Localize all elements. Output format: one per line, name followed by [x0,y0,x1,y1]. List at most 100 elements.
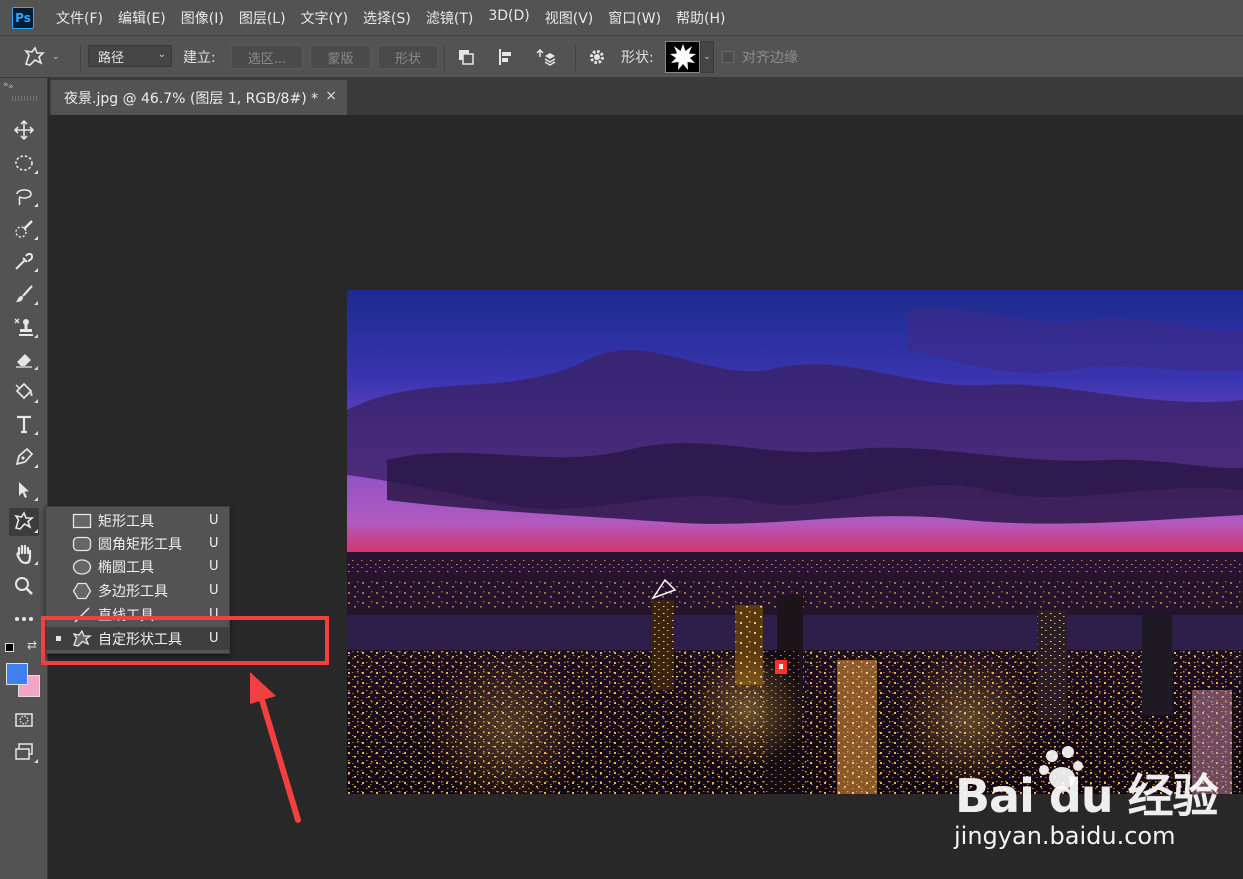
path-operations-icon [459,50,474,65]
menu-items: 文件(F) 编辑(E) 图像(I) 图层(L) 文字(Y) 选择(S) 滤镜(T… [56,8,741,28]
clone-stamp-tool[interactable] [9,313,39,341]
photoshop-logo: Ps [12,6,34,29]
submenu-indicator [34,301,38,305]
stamp-icon [14,318,33,336]
watermark-brand: Bai du 经验 [955,769,1219,823]
custom-shape-icon [24,46,45,66]
quick-selection-icon [15,220,33,238]
document-tab[interactable]: 夜景.jpg @ 46.7% (图层 1, RGB/8#) * × [51,80,347,115]
custom-shape-tool[interactable] [9,508,39,536]
shape-picker-dropdown[interactable]: ⌄ [700,41,714,73]
menu-help[interactable]: 帮助(H) [676,8,725,28]
close-icon[interactable]: × [325,88,337,104]
lasso-tool[interactable] [9,182,39,210]
move-tool[interactable] [9,116,39,144]
menu-layer[interactable]: 图层(L) [239,8,286,28]
paint-bucket-icon [15,382,33,400]
submenu-indicator [34,334,38,338]
flyout-item-label: 椭圆工具 [98,559,154,576]
pen-tool[interactable] [9,443,39,471]
brush-tool[interactable] [9,280,39,308]
settings-button[interactable] [585,36,609,78]
eyedropper-icon [15,252,34,270]
flyout-item-label: 圆角矩形工具 [98,536,182,553]
menu-select[interactable]: 选择(S) [363,8,411,28]
menu-image[interactable]: 图像(I) [181,8,224,28]
eyedropper-tool[interactable] [9,247,39,275]
default-colors-icon[interactable] [5,643,14,652]
quick-mask-icon [15,713,33,727]
submenu-indicator [34,366,38,370]
tool-mode-value: 路径 [98,50,125,66]
path-selection-tool[interactable] [9,476,39,504]
align-left-icon [499,49,511,65]
screen-mode-button[interactable] [9,738,39,766]
submenu-indicator [34,464,38,468]
hand-icon [16,544,32,565]
options-bar: ⌄ 路径 ⌄ 建立: 选区... 蒙版 形状 形状: ⌄ 对齐边缘 [0,35,1243,78]
foreground-color-swatch[interactable] [6,663,28,685]
flyout-item-ellipse[interactable]: 椭圆工具 U [46,555,229,578]
type-tool[interactable] [9,410,39,438]
edit-toolbar-button[interactable] [9,605,39,633]
document-tab-bar: 夜景.jpg @ 46.7% (图层 1, RGB/8#) * × [49,78,1243,115]
annotation-highlight-box [41,616,329,665]
shape-picker[interactable] [665,41,700,73]
zoom-tool[interactable] [9,572,39,600]
flyout-item-rectangle[interactable]: 矩形工具 U [46,509,229,532]
menu-view[interactable]: 视图(V) [545,8,594,28]
menu-file[interactable]: 文件(F) [56,8,103,28]
submenu-indicator [34,497,38,501]
menu-filter[interactable]: 滤镜(T) [426,8,473,28]
divider [575,44,576,71]
screen-mode-icon [15,743,33,760]
flyout-item-polygon[interactable]: 多边形工具 U [46,579,229,602]
submenu-indicator [34,236,38,240]
expand-panel-icon[interactable]: » [8,82,14,92]
starburst-shape-icon [669,44,696,70]
path-arrangement-button[interactable] [534,36,558,78]
flyout-item-rounded-rectangle[interactable]: 圆角矩形工具 U [46,532,229,555]
polygon-icon [72,582,92,600]
panel-grip[interactable] [12,96,38,101]
make-shape-button[interactable]: 形状 [378,45,438,69]
photo-image [347,290,1243,794]
ellipse-icon [72,559,92,575]
path-operations-button[interactable] [454,36,478,78]
arrange-layers-icon [536,48,556,66]
flyout-item-label: 多边形工具 [98,583,168,600]
document-title: 夜景.jpg @ 46.7% (图层 1, RGB/8#) * [64,90,319,107]
submenu-indicator [34,561,38,565]
divider [444,44,445,71]
make-selection-button[interactable]: 选区... [231,45,303,69]
quick-mask-button[interactable] [9,706,39,734]
menu-3d[interactable]: 3D(D) [488,8,529,28]
quick-selection-tool[interactable] [9,215,39,243]
gear-icon [590,50,604,64]
tool-mode-select[interactable]: 路径 ⌄ [88,45,172,67]
menu-edit[interactable]: 编辑(E) [118,8,166,28]
flyout-item-shortcut: U [209,536,219,551]
lasso-icon [16,189,32,206]
path-alignment-button[interactable] [494,36,518,78]
eraser-tool[interactable] [9,345,39,373]
collapse-panel-icon[interactable]: » [3,80,9,90]
marquee-tool[interactable] [9,149,39,177]
paint-bucket-tool[interactable] [9,378,39,406]
menu-window[interactable]: 窗口(W) [608,8,661,28]
submenu-indicator [34,203,38,207]
submenu-indicator [34,170,38,174]
align-edges-checkbox[interactable] [722,51,734,63]
hand-tool[interactable] [9,540,39,568]
submenu-indicator [34,431,38,435]
chevron-down-icon: ⌄ [703,52,711,62]
menu-type[interactable]: 文字(Y) [301,8,348,28]
custom-shape-icon [14,511,35,530]
menu-bar: Ps 文件(F) 编辑(E) 图像(I) 图层(L) 文字(Y) 选择(S) 滤… [0,0,1243,35]
swap-colors-icon[interactable]: ⇄ [27,638,37,652]
night-city-photo [347,290,1243,794]
submenu-indicator [34,399,38,403]
chevron-down-icon: ⌄ [157,49,166,60]
make-mask-button[interactable]: 蒙版 [310,45,371,69]
tool-preset-picker[interactable]: ⌄ [22,36,72,78]
